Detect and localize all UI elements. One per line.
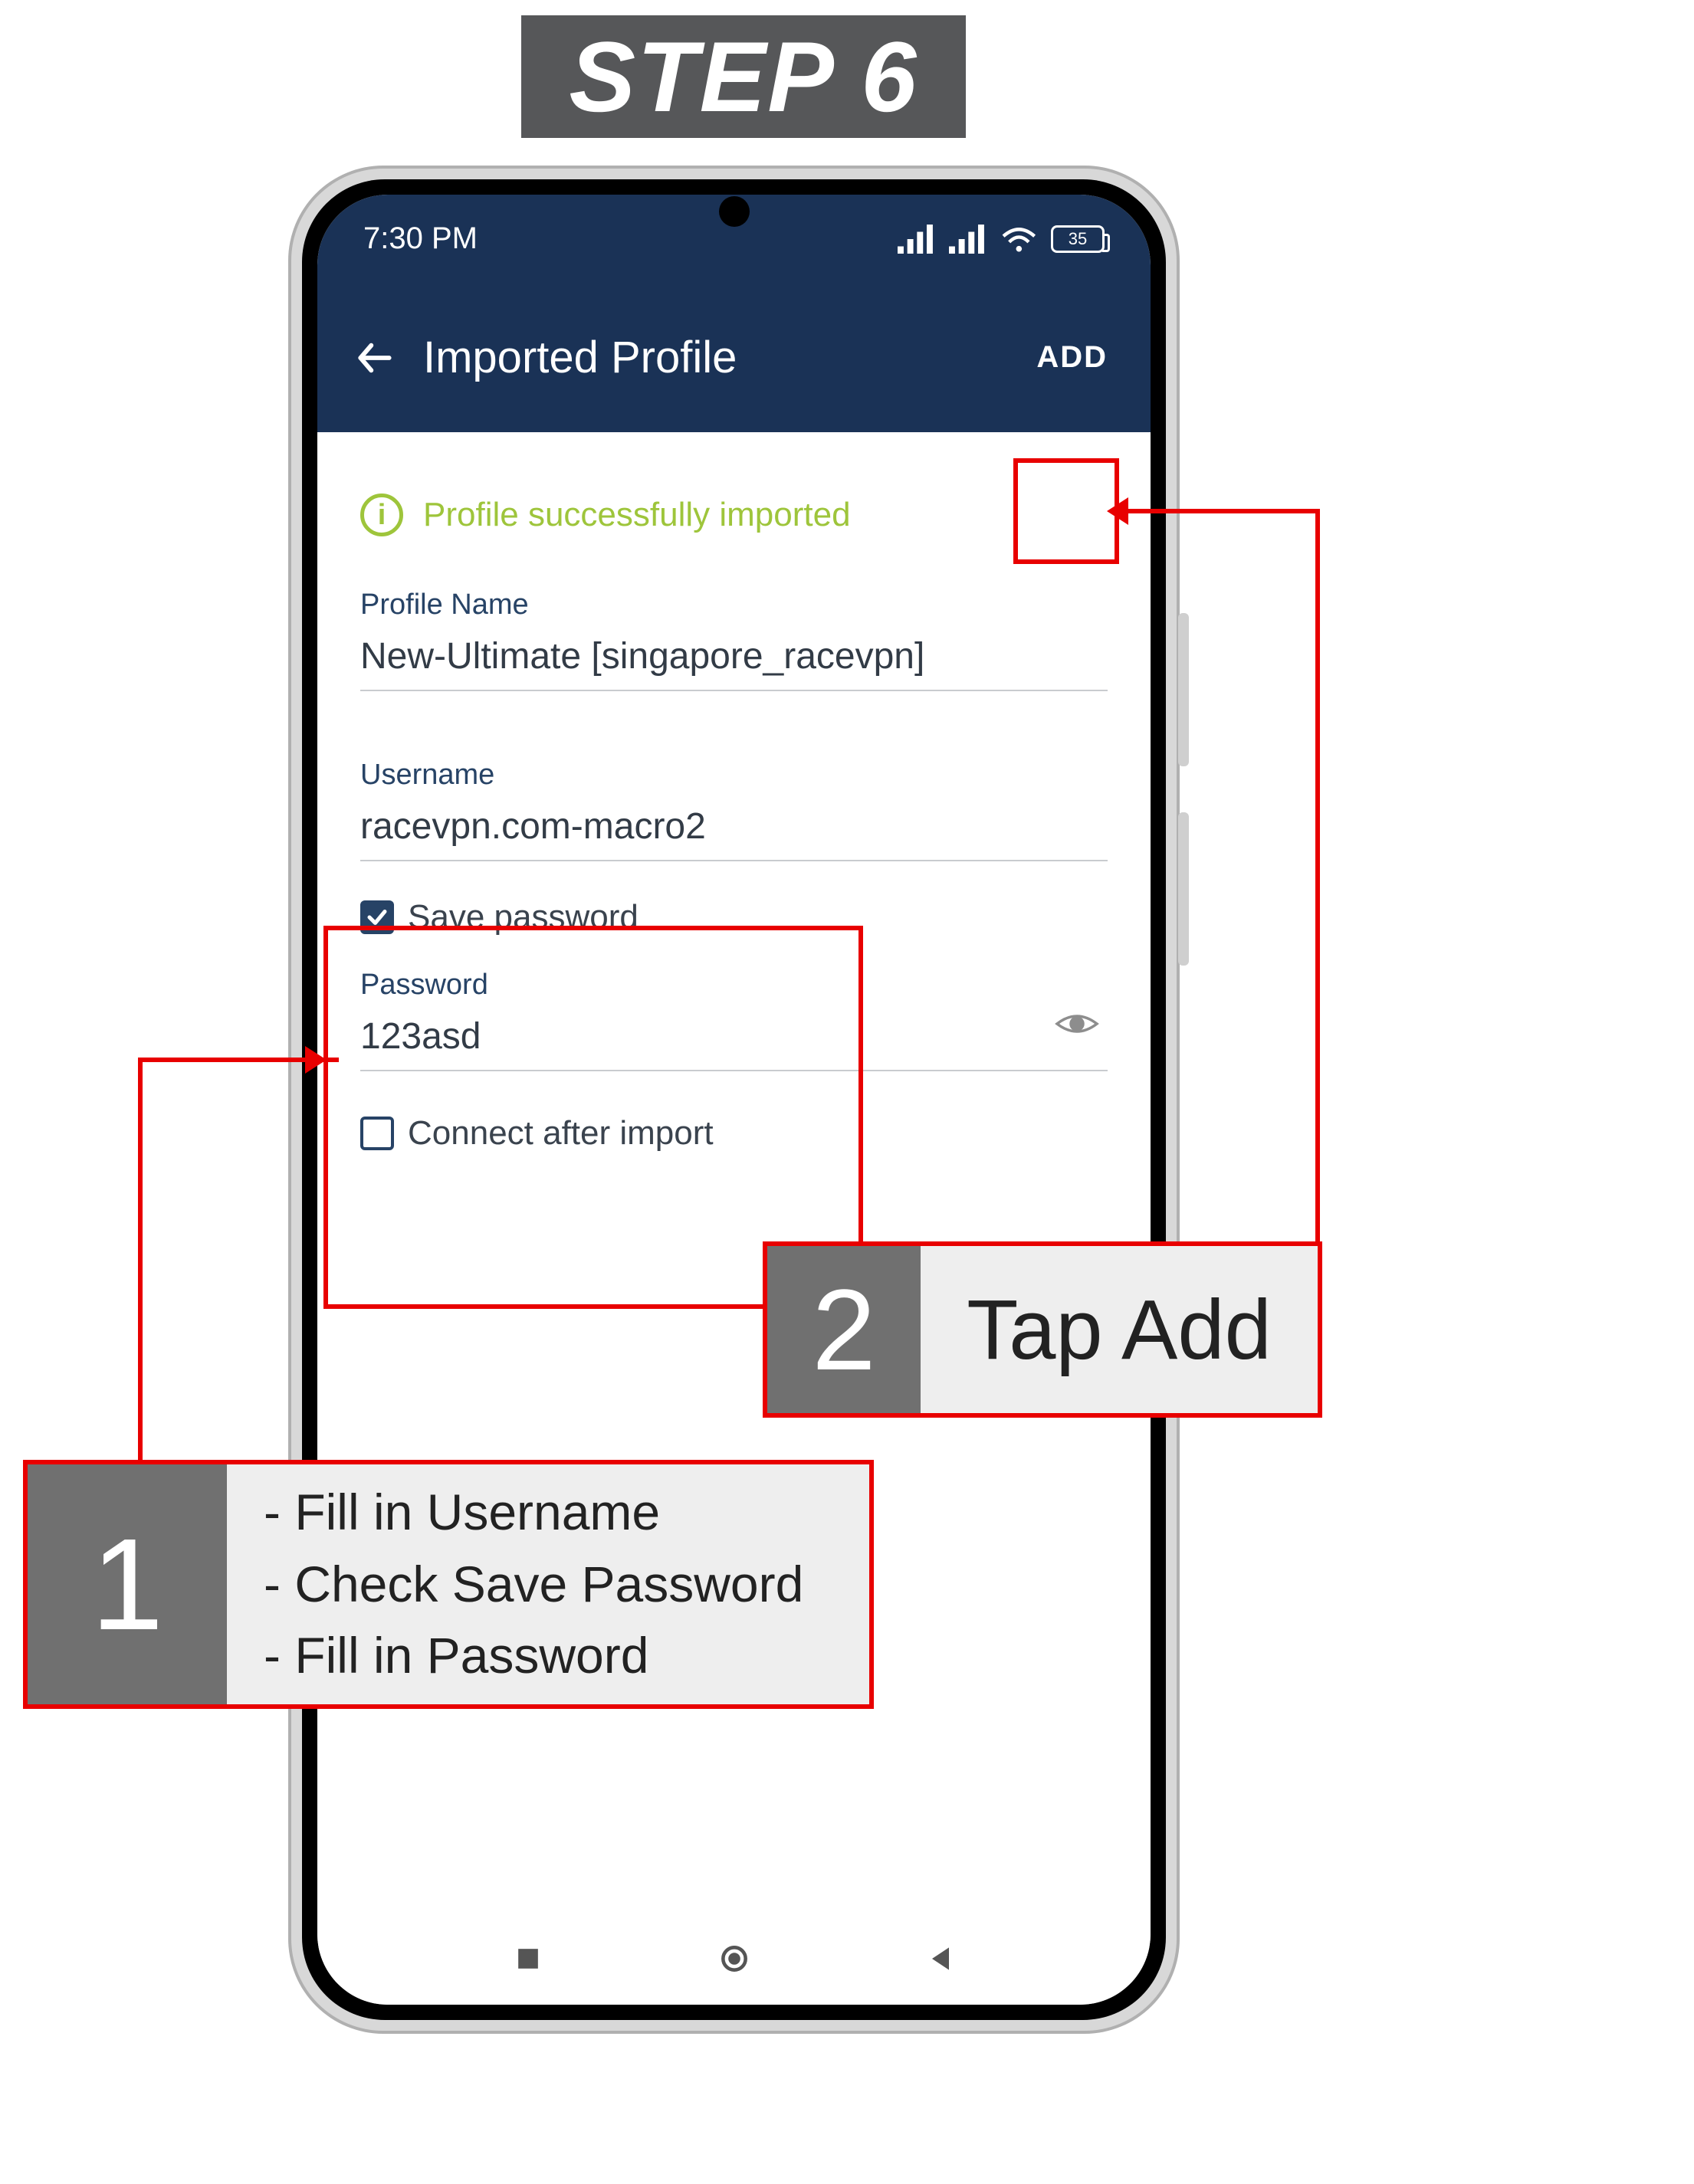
profile-name-field: Profile Name — [360, 589, 1108, 691]
back-button[interactable] — [348, 331, 402, 385]
success-message: i Profile successfully imported — [360, 494, 1108, 536]
step-label: STEP 6 — [569, 19, 918, 134]
username-label: Username — [360, 759, 1108, 792]
callout-2-text: Tap Add — [967, 1281, 1272, 1379]
front-camera — [719, 196, 750, 227]
connect-after-label: Connect after import — [408, 1114, 714, 1153]
phone-frame: 7:30 PM 35 Imported Profile ADD — [291, 169, 1177, 2031]
callout-1-line: - Fill in Username — [264, 1477, 832, 1549]
signal-icon — [949, 225, 988, 254]
step-banner: STEP 6 — [521, 15, 966, 138]
page-title: Imported Profile — [423, 332, 1024, 383]
save-password-checkbox[interactable] — [360, 900, 394, 934]
password-label: Password — [360, 969, 1108, 1002]
save-password-label: Save password — [408, 898, 639, 936]
annotation-arrow — [1121, 509, 1320, 513]
check-icon — [366, 906, 389, 929]
info-icon: i — [360, 494, 403, 536]
app-bar: Imported Profile ADD — [317, 283, 1151, 432]
annotation-arrow-head — [1107, 497, 1128, 525]
phone-side-button — [1178, 812, 1189, 966]
username-input[interactable] — [360, 801, 1108, 861]
signal-icon — [898, 225, 937, 254]
recent-apps-icon[interactable] — [511, 1942, 545, 1976]
connect-after-row[interactable]: Connect after import — [360, 1114, 1108, 1153]
home-icon[interactable] — [717, 1942, 751, 1976]
wifi-icon — [1000, 225, 1039, 254]
success-text: Profile successfully imported — [423, 496, 851, 534]
callout-1: 1 - Fill in Username - Check Save Passwo… — [23, 1460, 874, 1709]
arrow-left-icon — [353, 336, 396, 379]
android-nav-bar — [317, 1913, 1151, 2005]
phone-side-button — [1178, 613, 1189, 766]
back-nav-icon[interactable] — [924, 1942, 957, 1976]
profile-name-input[interactable] — [360, 631, 1108, 691]
callout-1-line: - Fill in Password — [264, 1620, 832, 1692]
callout-2: 2 Tap Add — [763, 1241, 1322, 1418]
callout-2-number: 2 — [767, 1246, 921, 1413]
password-input[interactable] — [360, 1011, 1108, 1071]
callout-1-number: 1 — [28, 1464, 227, 1704]
annotation-arrow — [1315, 509, 1320, 1267]
save-password-row[interactable]: Save password — [360, 898, 1108, 936]
eye-icon[interactable] — [1054, 1008, 1100, 1039]
connect-after-checkbox[interactable] — [360, 1117, 394, 1150]
battery-icon: 35 — [1051, 225, 1105, 253]
status-time: 7:30 PM — [363, 221, 478, 256]
add-button[interactable]: ADD — [1024, 322, 1120, 393]
username-field: Username — [360, 759, 1108, 861]
callout-1-line: - Check Save Password — [264, 1549, 832, 1621]
password-field: Password — [360, 969, 1108, 1071]
annotation-arrow-head — [305, 1046, 327, 1074]
profile-name-label: Profile Name — [360, 589, 1108, 621]
